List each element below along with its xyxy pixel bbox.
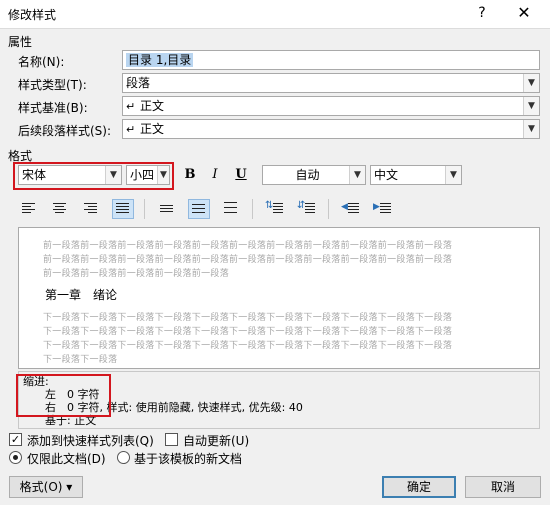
align-left-icon [22,203,35,215]
previous-paragraph-line: 前一段落前一段落前一段落前一段落前一段落前一段落前一段落前一段落前一段落前一段落… [43,241,453,251]
next-style-select[interactable]: ↵ 正文 ▼ [122,119,540,139]
add-to-quick-styles-label: 添加到快速样式列表(Q) [27,434,154,448]
decrease-indent-icon [348,203,359,215]
highlight-box-indent [16,374,111,417]
script-value: 中文 [374,168,399,182]
increase-indent-button[interactable]: ▶ [372,199,394,219]
auto-update-label: 自动更新(U) [183,434,250,448]
toolbar-divider [252,199,253,219]
line-spacing-double-icon [224,202,237,215]
paragraph-arrow-icon: ↵ [126,123,136,136]
font-color-select[interactable]: 自动 ▼ [262,165,366,185]
previous-paragraph-line: 前一段落前一段落前一段落前一段落前一段落前一段落前一段落前一段落前一段落前一段落… [43,255,453,265]
line-spacing-single-button[interactable] [156,199,178,219]
next-paragraph-line: 下一段落下一段落下一段落下一段落下一段落下一段落下一段落下一段落下一段落下一段落… [43,327,453,337]
toolbar-divider [328,199,329,219]
chevron-down-icon: ▼ [523,97,539,115]
align-center-button[interactable] [49,199,71,219]
based-on-label: 样式基准(B): [18,101,88,115]
new-documents-template-label: 基于该模板的新文档 [134,452,243,466]
justify-button[interactable] [112,199,134,219]
auto-update-checkbox[interactable] [165,433,178,446]
highlight-box-font [13,162,174,190]
only-this-document-radio[interactable] [9,451,22,464]
font-color-value: 自动 [295,168,320,182]
based-on-select[interactable]: ↵ 正文 ▼ [122,96,540,116]
new-documents-template-radio[interactable] [117,451,130,464]
justify-icon [116,203,129,215]
decrease-indent-button[interactable]: ◀ [340,199,362,219]
space-after-button[interactable]: ⇵ [296,199,318,219]
preview-sample-text: 第一章 绪论 [45,288,118,302]
only-this-document-label: 仅限此文档(D) [27,452,106,466]
name-label: 名称(N): [18,55,65,69]
underline-button[interactable]: U [231,165,251,185]
script-select[interactable]: 中文 ▼ [370,165,462,185]
line-spacing-1-5-icon [192,204,205,215]
italic-button[interactable]: I [205,165,225,185]
arrow-right-icon: ▶ [373,202,380,212]
arrow-left-icon: ◀ [341,202,348,212]
line-spacing-1-5-button[interactable] [188,199,210,219]
next-paragraph-line: 下一段落下一段落 [43,355,118,365]
space-before-button[interactable]: ⇅ [264,199,286,219]
style-type-select[interactable]: 段落 ▼ [122,73,540,93]
chevron-down-icon: ▼ [523,74,539,92]
cancel-button[interactable]: 取消 [465,476,541,498]
dialog-body: 属性 名称(N): 目录 1,目录 样式类型(T): 段落 ▼ 样式基准(B):… [0,28,550,505]
properties-section-label: 属性 [8,35,33,49]
name-input[interactable]: 目录 1,目录 [122,50,540,70]
radio-dot [13,455,18,460]
align-right-button[interactable] [80,199,102,219]
align-left-button[interactable] [18,199,40,219]
previous-paragraph-line: 前一段落前一段落前一段落前一段落前一段落 [43,269,230,279]
name-input-value: 目录 1,目录 [126,53,194,67]
next-style-value: 正文 [140,122,165,136]
line-spacing-single-icon [160,205,173,214]
toolbar-divider [144,199,145,219]
chevron-down-icon: ▼ [445,166,461,184]
align-right-icon [84,203,97,215]
chevron-down-icon: ▼ [523,120,539,138]
title-bar: 修改样式 ? ✕ [0,0,550,28]
bold-button[interactable]: B [180,165,200,185]
next-paragraph-line: 下一段落下一段落下一段落下一段落下一段落下一段落下一段落下一段落下一段落下一段落… [43,341,453,351]
space-before-icon [273,203,283,215]
ok-button[interactable]: 确定 [382,476,456,498]
next-paragraph-line: 下一段落下一段落下一段落下一段落下一段落下一段落下一段落下一段落下一段落下一段落… [43,313,453,323]
based-on-value: 正文 [140,99,165,113]
format-menu-button[interactable]: 格式(O) ▾ [9,476,83,498]
add-to-quick-styles-checkbox[interactable]: ✓ [9,433,22,446]
style-type-value: 段落 [126,76,151,90]
chevron-down-icon: ▼ [349,166,365,184]
help-button[interactable]: ? [472,3,492,23]
style-preview: 前一段落前一段落前一段落前一段落前一段落前一段落前一段落前一段落前一段落前一段落… [18,227,540,369]
close-button[interactable]: ✕ [513,3,535,23]
next-style-label: 后续段落样式(S): [18,124,112,138]
align-center-icon [53,203,66,215]
paragraph-arrow-icon: ↵ [126,100,136,113]
style-type-label: 样式类型(T): [18,78,87,92]
line-spacing-double-button[interactable] [220,199,242,219]
dialog-title: 修改样式 [8,8,57,22]
increase-indent-icon [380,203,391,215]
space-after-icon [305,203,315,215]
